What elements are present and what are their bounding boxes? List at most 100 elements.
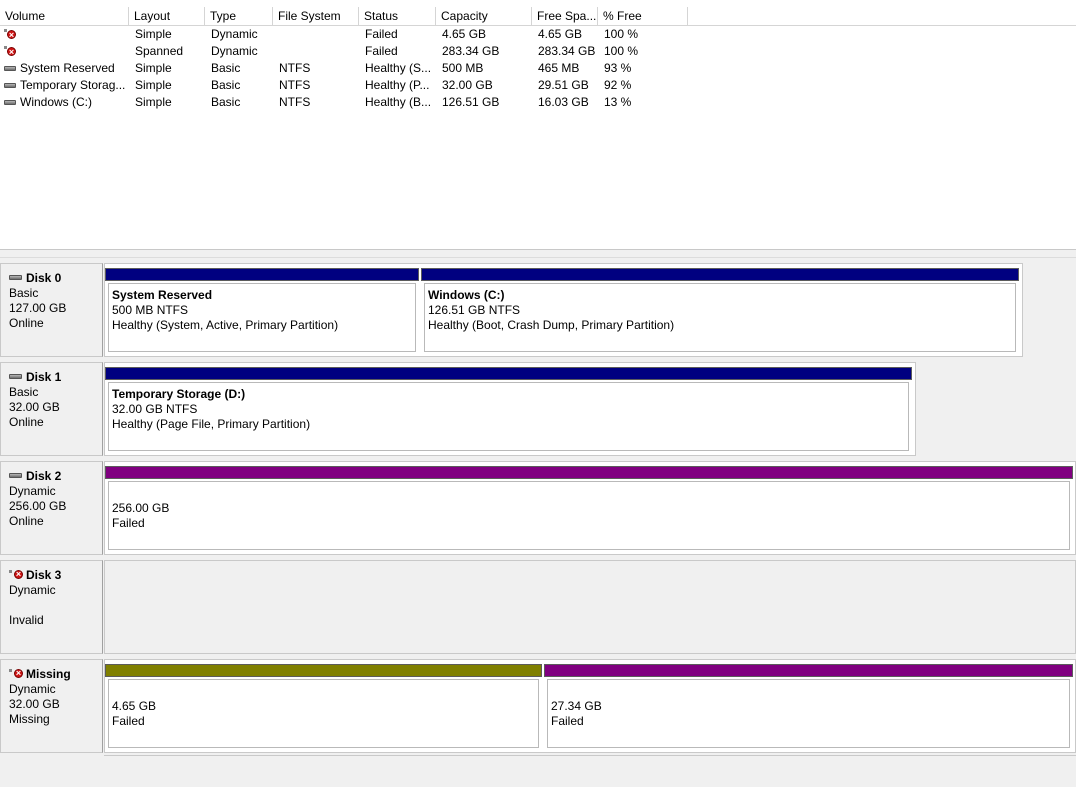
volume-type: Basic xyxy=(211,95,241,109)
partition-body: 27.34 GB Failed xyxy=(547,679,1070,748)
volume-capacity: 126.51 GB xyxy=(442,95,500,109)
partition-bar xyxy=(544,664,1073,677)
volume-type: Basic xyxy=(211,61,241,75)
partition-status: Failed xyxy=(112,516,145,530)
volume-list-pane: Volume Layout Type File System Status Ca… xyxy=(0,0,1076,250)
volume-layout: Simple xyxy=(135,78,172,92)
partition-status: Healthy (Page File, Primary Partition) xyxy=(112,417,311,431)
column-header-percent-free[interactable]: % Free xyxy=(598,7,688,26)
failed-volume-icon xyxy=(4,27,16,43)
column-header-file-system[interactable]: File System xyxy=(273,7,359,26)
column-header-type[interactable]: Type xyxy=(205,7,273,26)
volume-row[interactable]: Temporary Storag... Simple Basic NTFS He… xyxy=(0,77,1076,94)
disk-label-missing[interactable]: Missing Dynamic 32.00 GB Missing xyxy=(0,659,103,753)
column-header-status[interactable]: Status xyxy=(359,7,436,26)
partition-body: System Reserved 500 MB NTFS Healthy (Sys… xyxy=(108,283,416,352)
partition-bar xyxy=(105,367,912,380)
partition-status: Failed xyxy=(112,714,145,728)
volume-free: 465 MB xyxy=(538,61,580,75)
column-header-capacity[interactable]: Capacity xyxy=(436,7,532,26)
disk-type: Dynamic xyxy=(9,484,56,498)
partition-system-reserved[interactable]: System Reserved 500 MB NTFS Healthy (Sys… xyxy=(104,263,420,354)
column-header-layout[interactable]: Layout xyxy=(129,7,205,26)
volume-type: Dynamic xyxy=(211,27,258,41)
column-header-free-space[interactable]: Free Spa... xyxy=(532,7,598,26)
disk-area-3 xyxy=(104,560,1076,654)
volume-layout: Simple xyxy=(135,95,172,109)
volume-capacity: 500 MB xyxy=(442,61,484,75)
volume-pct-free: 100 % xyxy=(604,44,639,58)
disk-state: Invalid xyxy=(9,613,44,627)
partition-status: Failed xyxy=(551,714,584,728)
volume-row[interactable]: Simple Dynamic Failed 4.65 GB 4.65 GB 10… xyxy=(0,26,1076,43)
drive-icon xyxy=(4,62,16,74)
volume-row[interactable]: Windows (C:) Simple Basic NTFS Healthy (… xyxy=(0,94,1076,111)
disk-label-0[interactable]: Disk 0 Basic 127.00 GB Online xyxy=(0,263,103,357)
partition-failed-spanned[interactable]: 256.00 GB Failed xyxy=(104,461,1074,552)
volume-pct-free: 13 % xyxy=(604,95,632,109)
disk-state: Missing xyxy=(9,712,50,726)
partition-size: 32.00 GB NTFS xyxy=(112,402,198,416)
disk-state: Online xyxy=(9,316,44,330)
partition-temporary-storage-d[interactable]: Temporary Storage (D:) 32.00 GB NTFS Hea… xyxy=(104,362,913,453)
volume-free: 16.03 GB xyxy=(538,95,589,109)
partition-bar xyxy=(421,268,1019,281)
disk-state: Online xyxy=(9,514,44,528)
partition-body: 256.00 GB Failed xyxy=(108,481,1070,550)
volume-fs: NTFS xyxy=(279,78,311,92)
partition-size: 256.00 GB xyxy=(112,501,170,515)
disk-area-1: Temporary Storage (D:) 32.00 GB NTFS Hea… xyxy=(104,362,916,456)
disk-name: Disk 3 xyxy=(26,567,62,582)
volume-fs: NTFS xyxy=(279,95,311,109)
disk-type: Dynamic xyxy=(9,583,56,597)
volume-layout: Simple xyxy=(135,61,172,75)
disk-name: Disk 0 xyxy=(26,270,62,285)
partition-bar xyxy=(105,268,419,281)
volume-type: Basic xyxy=(211,78,241,92)
disk-name: Disk 1 xyxy=(26,369,62,384)
disk-size xyxy=(9,598,102,613)
partition-bar xyxy=(105,466,1073,479)
partition-name: Windows (C:) xyxy=(428,288,505,302)
partition-size: 126.51 GB NTFS xyxy=(428,303,521,317)
disk-label-3[interactable]: Disk 3 Dynamic Invalid xyxy=(0,560,103,654)
volume-pct-free: 93 % xyxy=(604,61,632,75)
partition-size: 27.34 GB xyxy=(551,699,602,713)
disk-area-2: 256.00 GB Failed xyxy=(104,461,1076,555)
volume-status: Healthy (B... xyxy=(365,95,432,109)
partition-body: Temporary Storage (D:) 32.00 GB NTFS Hea… xyxy=(108,382,909,451)
disk-label-2[interactable]: Disk 2 Dynamic 256.00 GB Online xyxy=(0,461,103,555)
volume-fs xyxy=(273,43,359,60)
volume-layout: Spanned xyxy=(135,44,184,58)
partition-size: 500 MB NTFS xyxy=(112,303,189,317)
disk-error-icon xyxy=(9,567,23,582)
partition-body: 4.65 GB Failed xyxy=(108,679,539,748)
volume-layout: Simple xyxy=(135,27,172,41)
pane-splitter[interactable] xyxy=(0,250,1076,258)
volume-type: Dynamic xyxy=(211,44,258,58)
volume-rows: Simple Dynamic Failed 4.65 GB 4.65 GB 10… xyxy=(0,26,1076,111)
partition-body: Windows (C:) 126.51 GB NTFS Healthy (Boo… xyxy=(424,283,1016,352)
volume-free: 4.65 GB xyxy=(538,27,583,41)
volume-status: Healthy (S... xyxy=(365,61,432,75)
partition-name: System Reserved xyxy=(112,288,213,302)
disk-name: Disk 2 xyxy=(26,468,62,483)
volume-capacity: 283.34 GB xyxy=(442,44,500,58)
partition-windows-c[interactable]: Windows (C:) 126.51 GB NTFS Healthy (Boo… xyxy=(420,263,1020,354)
partition-status: Healthy (System, Active, Primary Partiti… xyxy=(112,318,339,332)
disk-icon xyxy=(9,470,23,482)
volume-capacity: 32.00 GB xyxy=(442,78,493,92)
volume-row[interactable]: System Reserved Simple Basic NTFS Health… xyxy=(0,60,1076,77)
volume-name: System Reserved xyxy=(20,61,115,75)
partition-failed-simple[interactable]: 4.65 GB Failed xyxy=(104,659,543,750)
disk-label-1[interactable]: Disk 1 Basic 32.00 GB Online xyxy=(0,362,103,456)
partition-size: 4.65 GB xyxy=(112,699,157,713)
column-header-volume[interactable]: Volume xyxy=(0,7,129,26)
volume-name: Temporary Storag... xyxy=(20,78,126,92)
disk-icon xyxy=(9,272,23,284)
drive-icon xyxy=(4,79,16,91)
volume-status: Failed xyxy=(365,27,398,41)
partition-failed-spanned-2[interactable]: 27.34 GB Failed xyxy=(543,659,1074,750)
disk-size: 32.00 GB xyxy=(9,697,60,711)
volume-row[interactable]: Spanned Dynamic Failed 283.34 GB 283.34 … xyxy=(0,43,1076,60)
